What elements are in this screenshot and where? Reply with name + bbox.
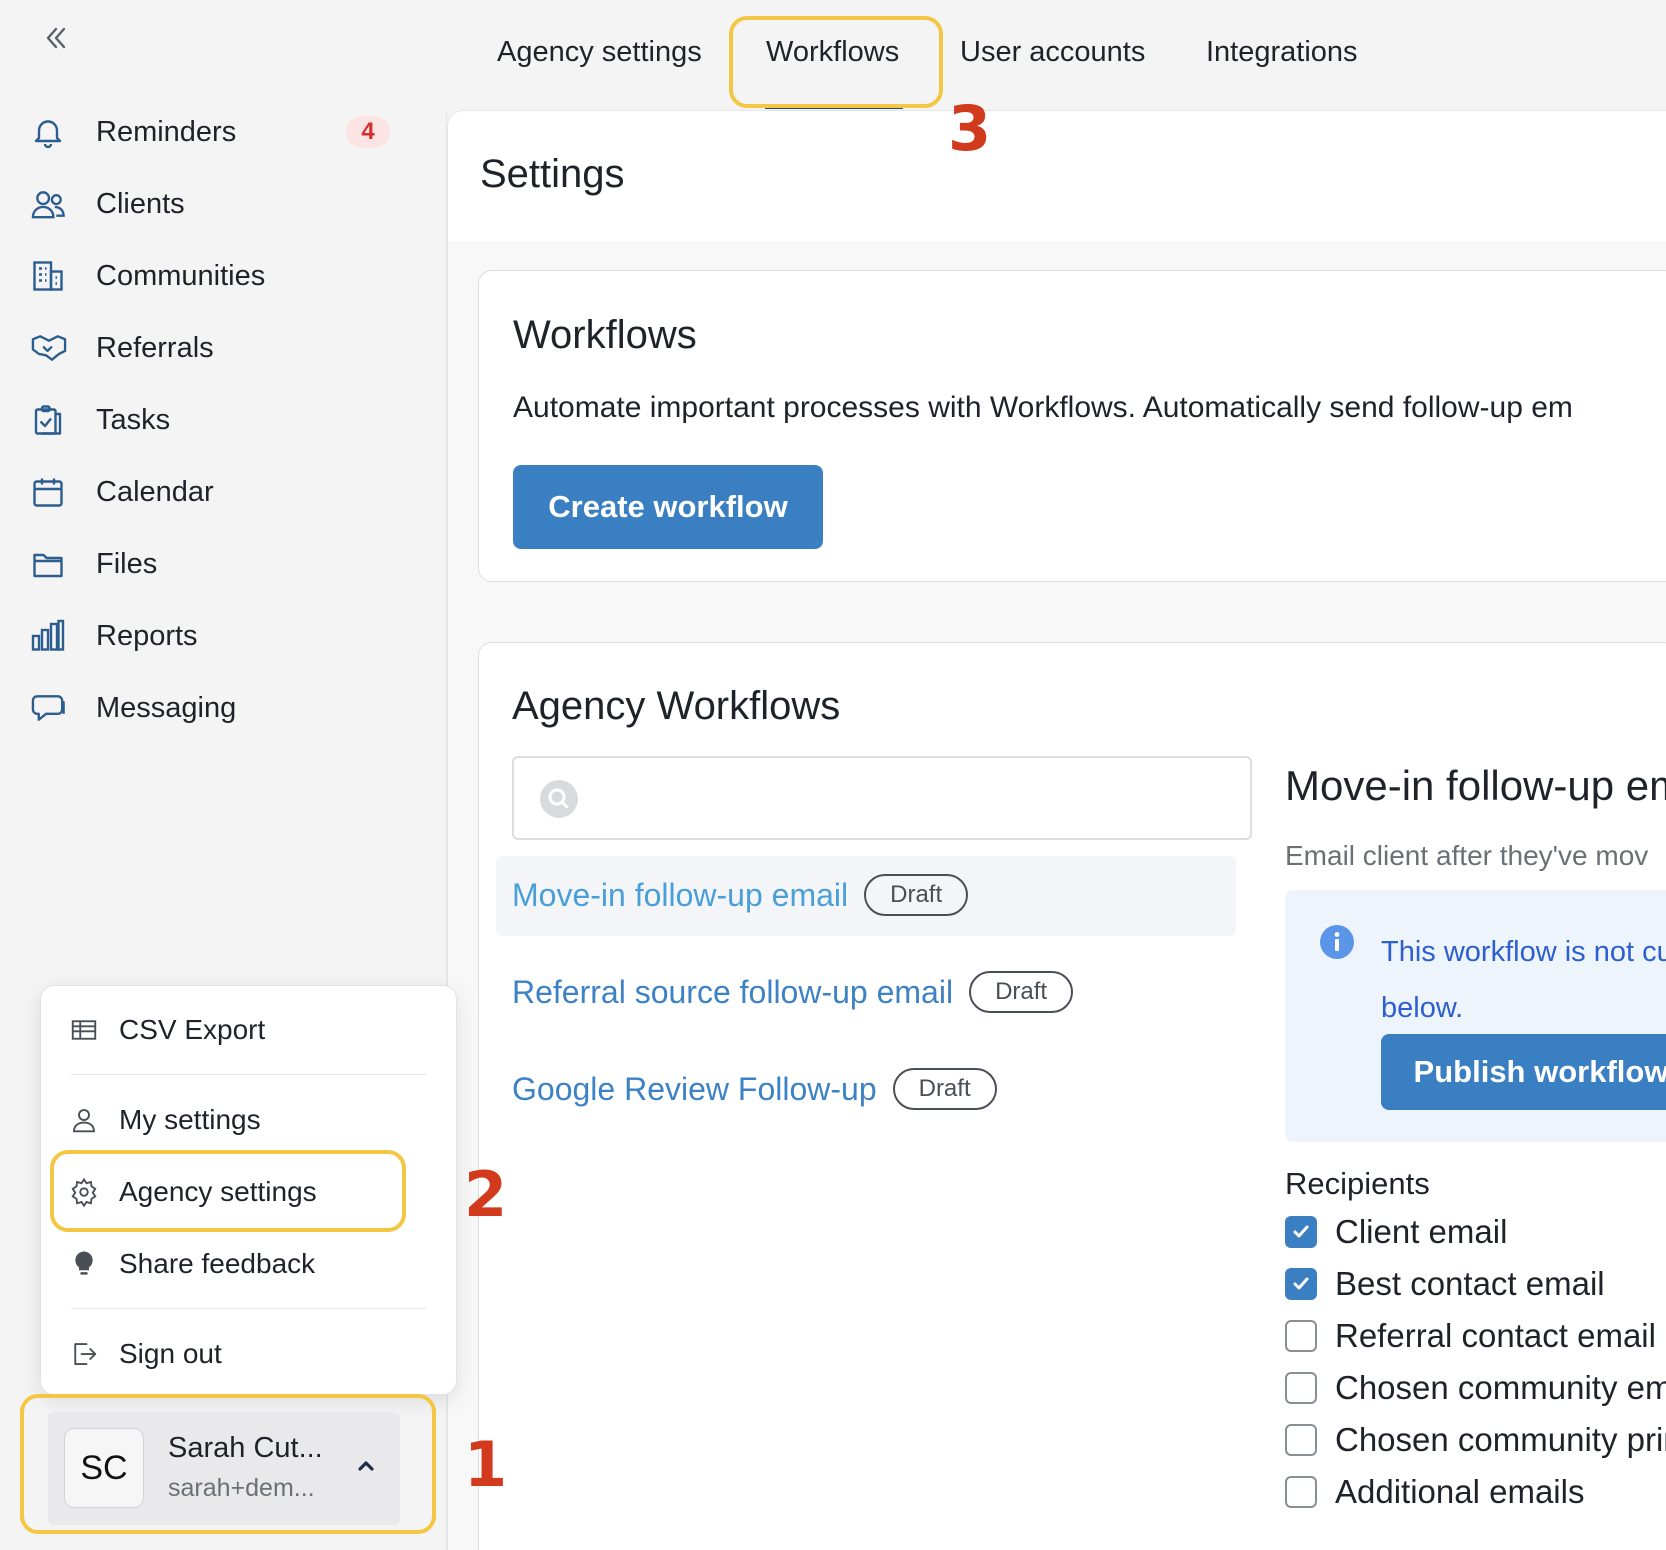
- collapse-sidebar-button[interactable]: [40, 22, 72, 54]
- sidebar-item-calendar[interactable]: Calendar: [30, 464, 420, 520]
- workflows-card-description: Automate important processes with Workfl…: [513, 391, 1573, 424]
- menu-item-label: Sign out: [119, 1338, 222, 1369]
- recipient-option[interactable]: Chosen community em: [1285, 1368, 1666, 1408]
- folder-icon: [30, 544, 74, 584]
- sidebar-item-label: Clients: [96, 187, 185, 220]
- sidebar-item-messaging[interactable]: Messaging: [30, 680, 420, 736]
- checkbox-unchecked[interactable]: [1285, 1320, 1317, 1352]
- menu-item-my-settings[interactable]: My settings: [69, 1092, 429, 1148]
- checkbox-unchecked[interactable]: [1285, 1372, 1317, 1404]
- clipboard-check-icon: [30, 400, 74, 440]
- recipients-title: Recipients: [1285, 1166, 1430, 1201]
- table-icon: [69, 1015, 109, 1045]
- workflow-list-item[interactable]: Referral source follow-up email Draft: [512, 971, 1074, 1013]
- double-chevron-left-icon: [46, 27, 66, 49]
- workflow-search-input[interactable]: [512, 756, 1252, 840]
- recipient-option[interactable]: Referral contact email: [1285, 1316, 1656, 1356]
- menu-divider: [71, 1074, 426, 1075]
- draft-badge: Draft: [892, 1068, 997, 1110]
- menu-divider: [71, 1308, 426, 1309]
- draft-badge: Draft: [969, 971, 1074, 1013]
- chat-icon: [30, 688, 74, 728]
- tab-agency-settings[interactable]: Agency settings: [497, 36, 702, 69]
- publish-notice-text: This workflow is not cu below.: [1381, 936, 1666, 1024]
- checkbox-unchecked[interactable]: [1285, 1476, 1317, 1508]
- sidebar-item-label: Calendar: [96, 475, 214, 508]
- building-icon: [30, 256, 74, 296]
- bar-chart-icon: [30, 616, 74, 656]
- sidebar-item-reports[interactable]: Reports: [30, 608, 420, 664]
- sidebar-item-tasks[interactable]: Tasks: [30, 392, 420, 448]
- publish-workflow-button[interactable]: Publish workflow: [1381, 1034, 1666, 1110]
- sidebar-item-clients[interactable]: Clients: [30, 176, 420, 232]
- agency-workflows-title: Agency Workflows: [512, 684, 841, 728]
- sidebar-item-label: Reports: [96, 619, 198, 652]
- recipient-option[interactable]: Client email: [1285, 1212, 1507, 1252]
- settings-header: [448, 111, 1666, 241]
- sidebar-item-referrals[interactable]: Referrals: [30, 320, 420, 376]
- sidebar-item-reminders[interactable]: Reminders 4: [30, 104, 420, 160]
- menu-item-label: My settings: [119, 1104, 261, 1135]
- workflow-link[interactable]: Referral source follow-up email: [512, 974, 953, 1011]
- checkbox-unchecked[interactable]: [1285, 1424, 1317, 1456]
- workflow-list-item[interactable]: Move-in follow-up email Draft: [512, 874, 969, 916]
- sidebar-item-files[interactable]: Files: [30, 536, 420, 592]
- recipient-label: Chosen community em: [1335, 1369, 1666, 1406]
- lightbulb-icon: [69, 1249, 109, 1279]
- tab-integrations[interactable]: Integrations: [1206, 36, 1358, 69]
- calendar-icon: [30, 472, 74, 512]
- sidebar-item-label: Reminders: [96, 115, 237, 148]
- recipient-label: Client email: [1335, 1213, 1508, 1250]
- workflow-detail-title: Move-in follow-up em: [1285, 762, 1666, 809]
- sidebar-item-label: Communities: [96, 259, 266, 292]
- sidebar-item-label: Files: [96, 547, 158, 580]
- menu-item-label: CSV Export: [119, 1014, 266, 1045]
- publish-notice: This workflow is not cu below. Publish w…: [1285, 890, 1666, 1142]
- recipient-label: Best contact email: [1335, 1265, 1605, 1302]
- create-workflow-button[interactable]: Create workflow: [513, 465, 823, 549]
- info-icon: [1319, 924, 1355, 960]
- check-icon: [1293, 1225, 1309, 1238]
- user-icon: [69, 1105, 109, 1135]
- sidebar-item-communities[interactable]: Communities: [30, 248, 420, 304]
- search-icon: [540, 780, 578, 818]
- menu-item-share-feedback[interactable]: Share feedback: [69, 1236, 429, 1292]
- menu-item-sign-out[interactable]: Sign out: [69, 1326, 429, 1382]
- recipient-label: Additional emails: [1335, 1473, 1585, 1510]
- handshake-icon: [30, 328, 74, 368]
- reminders-count-badge: 4: [346, 116, 390, 148]
- recipient-option[interactable]: Chosen community prin: [1285, 1420, 1666, 1460]
- bell-icon: [30, 112, 74, 152]
- draft-badge: Draft: [864, 874, 969, 916]
- highlight-step-2: [50, 1150, 406, 1232]
- users-icon: [30, 184, 74, 224]
- recipient-option[interactable]: Best contact email: [1285, 1264, 1605, 1304]
- sign-out-icon: [69, 1339, 109, 1369]
- sidebar-item-label: Messaging: [96, 691, 237, 724]
- step-number-1: 1: [464, 1428, 508, 1501]
- recipient-option[interactable]: Additional emails: [1285, 1472, 1584, 1512]
- recipient-label: Chosen community prin: [1335, 1421, 1666, 1458]
- workflow-link[interactable]: Move-in follow-up email: [512, 877, 848, 914]
- step-number-3: 3: [948, 92, 992, 165]
- workflow-link[interactable]: Google Review Follow-up: [512, 1071, 877, 1108]
- page-title: Settings: [480, 152, 625, 196]
- workflows-card: Workflows Automate important processes w…: [478, 270, 1666, 582]
- workflow-list-item[interactable]: Google Review Follow-up Draft: [512, 1068, 997, 1110]
- check-icon: [1293, 1277, 1309, 1290]
- sidebar-item-label: Tasks: [96, 403, 171, 436]
- workflows-card-title: Workflows: [513, 313, 697, 357]
- recipient-label: Referral contact email: [1335, 1317, 1656, 1354]
- step-number-2: 2: [464, 1158, 508, 1231]
- highlight-step-3: [729, 16, 943, 108]
- menu-item-label: Share feedback: [119, 1248, 316, 1279]
- checkbox-checked[interactable]: [1285, 1216, 1317, 1248]
- sidebar-item-label: Referrals: [96, 331, 214, 364]
- highlight-step-1: [20, 1394, 436, 1534]
- checkbox-checked[interactable]: [1285, 1268, 1317, 1300]
- workflow-detail-description: Email client after they've mov: [1285, 840, 1649, 871]
- menu-item-csv-export[interactable]: CSV Export: [69, 1002, 429, 1058]
- tab-user-accounts[interactable]: User accounts: [960, 36, 1145, 69]
